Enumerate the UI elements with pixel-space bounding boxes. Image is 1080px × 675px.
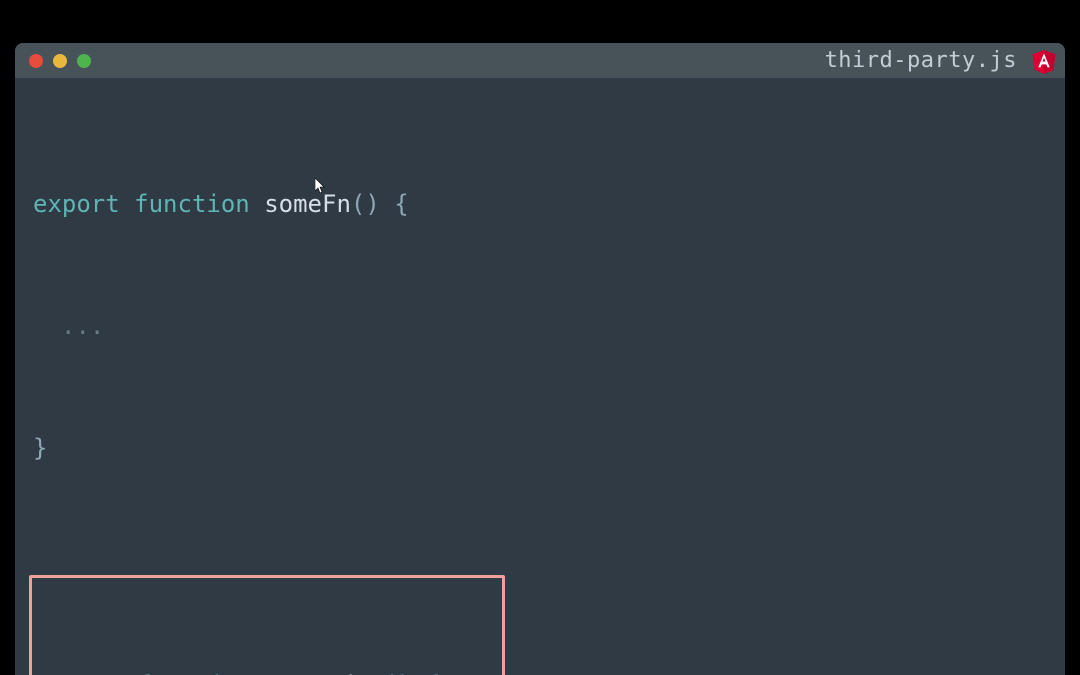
keyword-function: function xyxy=(137,671,253,675)
parens: () xyxy=(351,190,380,218)
minimize-window-button[interactable] xyxy=(53,54,67,68)
open-brace: { xyxy=(394,190,408,218)
filename-label: third-party.js xyxy=(825,48,1017,73)
parens: () xyxy=(383,671,412,675)
ellipsis: ... xyxy=(33,312,104,340)
angular-icon xyxy=(1031,47,1057,75)
code-block-unusedfn-highlighted: export function unusedFn() { ... } xyxy=(29,575,505,675)
function-name: someFn xyxy=(264,190,351,218)
function-name: unusedFn xyxy=(267,671,383,675)
code-line: export function unusedFn() { xyxy=(32,665,502,675)
keyword-export: export xyxy=(33,190,120,218)
close-window-button[interactable] xyxy=(29,54,43,68)
code-line: export function someFn() { xyxy=(33,184,1047,225)
keyword-export: export xyxy=(36,671,123,675)
keyword-function: function xyxy=(134,190,250,218)
code-block-somefn: export function someFn() { ... } xyxy=(33,102,1047,551)
code-editor[interactable]: export function someFn() { ... } export … xyxy=(15,78,1065,675)
editor-window: third-party.js export function someFn() … xyxy=(15,43,1065,675)
maximize-window-button[interactable] xyxy=(77,54,91,68)
traffic-lights xyxy=(29,54,91,68)
code-line: } xyxy=(33,428,1047,469)
close-brace: } xyxy=(33,434,47,462)
open-brace: { xyxy=(426,671,440,675)
window-titlebar: third-party.js xyxy=(15,43,1065,78)
code-line: ... xyxy=(33,306,1047,347)
